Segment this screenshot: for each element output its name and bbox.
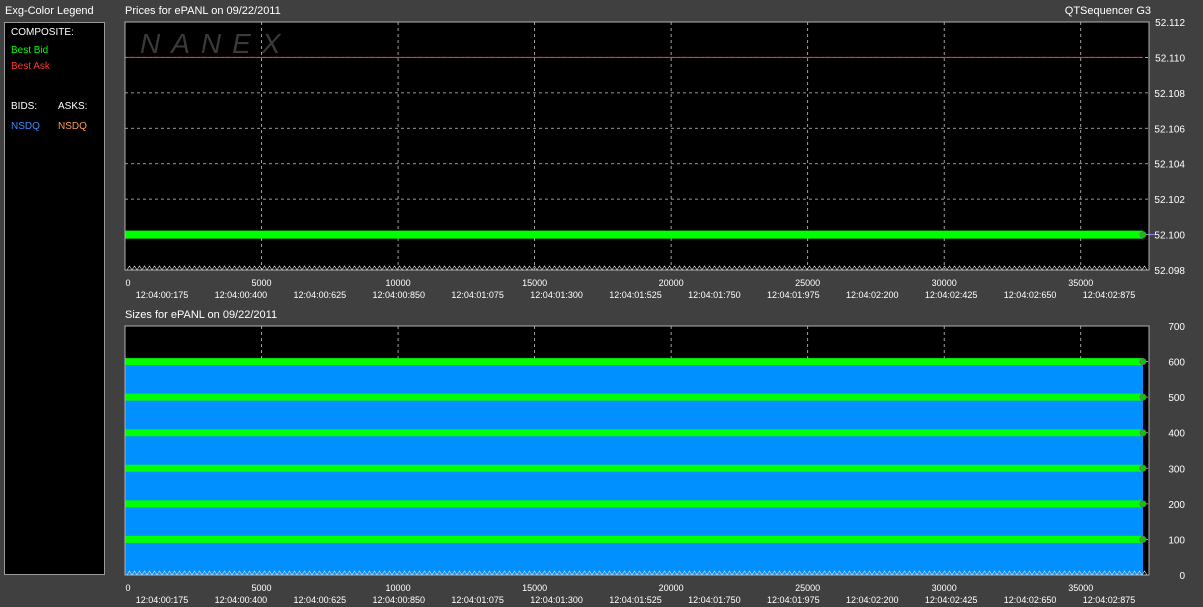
size-y-tick-label: 400: [1168, 429, 1185, 440]
price-x-tick-label: 15000: [522, 278, 547, 288]
price-x-tick-label: 25000: [795, 278, 820, 288]
price-time-label: 12:04:02:425: [925, 290, 978, 300]
price-time-label: 12:04:00:175: [136, 290, 189, 300]
size-x-tick-label: 0: [125, 583, 130, 593]
price-x-tick-label: 30000: [932, 278, 957, 288]
size-x-tick-label: 20000: [659, 583, 684, 593]
size-y-tick-label: 600: [1168, 358, 1185, 369]
size-time-label: 12:04:02:425: [925, 595, 978, 605]
size-y-tick-label: 500: [1168, 393, 1185, 404]
size-time-label: 12:04:00:175: [136, 595, 189, 605]
size-time-label: 12:04:00:400: [215, 595, 268, 605]
size-level-endpoint: [1139, 429, 1147, 437]
size-time-label: 12:04:01:750: [688, 595, 741, 605]
size-time-label: 12:04:00:625: [294, 595, 347, 605]
size-chart: 0 5000 10000 15000 20000 25000 30000 3500012:04…: [124, 322, 1185, 605]
price-time-label: 12:04:00:400: [215, 290, 268, 300]
price-y-tick-label: 52.106: [1154, 124, 1185, 135]
size-y-tick-label: 200: [1168, 500, 1185, 511]
price-y-tick-label: 52.098: [1154, 266, 1185, 277]
size-y-tick-label: 100: [1168, 535, 1185, 546]
size-time-label: 12:04:01:525: [609, 595, 662, 605]
price-time-label: 12:04:01:075: [451, 290, 504, 300]
price-time-label: 12:04:00:850: [372, 290, 425, 300]
price-time-label: 12:04:01:525: [609, 290, 662, 300]
size-x-tick-label: 5000: [252, 583, 272, 593]
size-x-tick-label: 25000: [795, 583, 820, 593]
best-bid-endpoint: [1139, 231, 1147, 239]
price-x-tick-label: 5000: [252, 278, 272, 288]
size-x-tick-label: 15000: [522, 583, 547, 593]
price-time-label: 12:04:02:875: [1083, 290, 1136, 300]
size-time-label: 12:04:01:300: [530, 595, 583, 605]
price-time-label: 12:04:01:750: [688, 290, 741, 300]
size-level-endpoint: [1139, 358, 1147, 366]
price-x-tick-label: 20000: [659, 278, 684, 288]
price-x-tick-label: 0: [125, 278, 130, 288]
size-y-tick-label: 0: [1179, 571, 1185, 582]
price-time-label: 12:04:02:200: [846, 290, 899, 300]
price-chart: NANEX 0 5000 10000 15000 20000 25000 30000 35000…: [124, 18, 1185, 300]
price-y-tick-label: 52.108: [1154, 89, 1185, 100]
charts-svg: NANEX0 5000 10000 15000 20000 25000 30000 35000…: [124, 18, 1185, 605]
price-time-label: 12:04:01:300: [530, 290, 583, 300]
size-time-label: 12:04:01:975: [767, 595, 820, 605]
price-y-tick-label: 52.100: [1154, 231, 1185, 242]
size-time-label: 12:04:02:875: [1083, 595, 1136, 605]
price-time-label: 12:04:00:625: [294, 290, 347, 300]
price-y-tick-label: 52.104: [1154, 160, 1185, 171]
size-time-label: 12:04:00:850: [372, 595, 425, 605]
price-x-tick-label: 10000: [386, 278, 411, 288]
price-time-label: 12:04:02:650: [1004, 290, 1057, 300]
price-y-tick-label: 52.112: [1155, 18, 1185, 29]
price-x-tick-label: 35000: [1068, 278, 1093, 288]
size-x-tick-label: 35000: [1068, 583, 1093, 593]
price-time-label: 12:04:01:975: [767, 290, 820, 300]
size-y-tick-label: 700: [1168, 322, 1185, 333]
size-level-endpoint: [1139, 500, 1147, 508]
size-time-label: 12:04:02:650: [1004, 595, 1057, 605]
size-time-label: 12:04:01:075: [451, 595, 504, 605]
size-time-label: 12:04:02:200: [846, 595, 899, 605]
price-y-tick-label: 52.102: [1154, 195, 1185, 206]
size-x-tick-label: 10000: [386, 583, 411, 593]
size-level-endpoint: [1139, 464, 1147, 472]
size-y-tick-label: 300: [1168, 464, 1185, 475]
size-x-tick-label: 30000: [932, 583, 957, 593]
watermark: NANEX: [140, 28, 291, 59]
price-y-tick-label: 52.110: [1155, 53, 1185, 64]
size-level-endpoint: [1139, 535, 1147, 543]
size-level-endpoint: [1139, 393, 1147, 401]
